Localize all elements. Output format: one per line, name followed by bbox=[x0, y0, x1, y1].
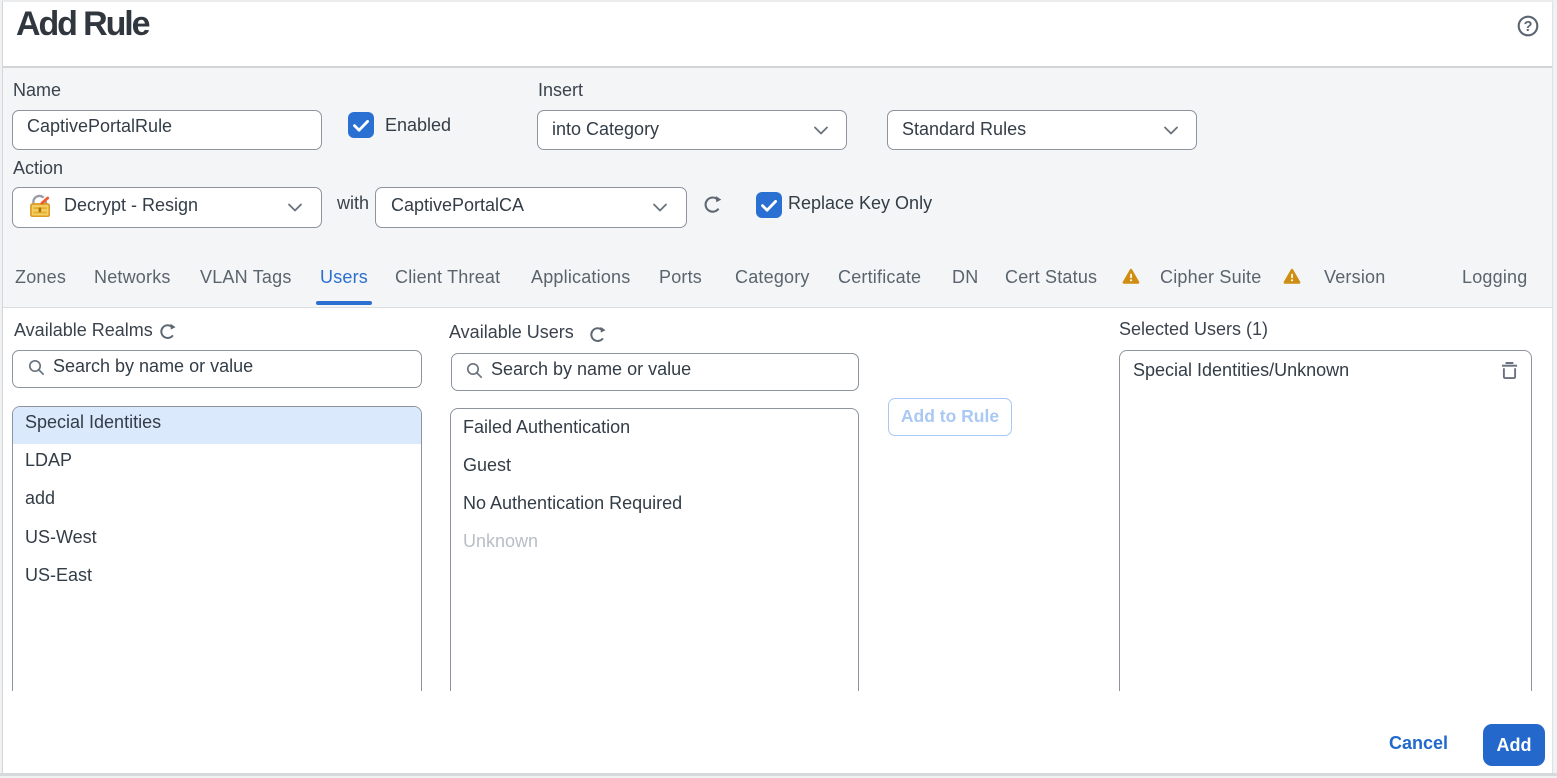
svg-text:?: ? bbox=[1524, 19, 1533, 35]
